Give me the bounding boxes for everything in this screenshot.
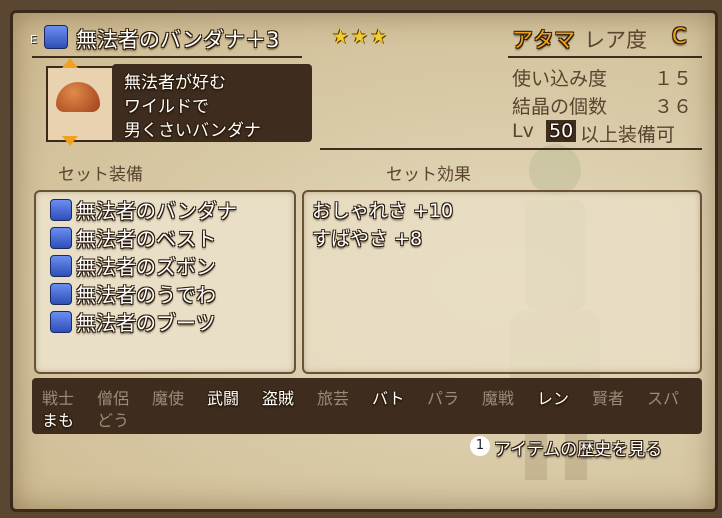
item-name: 無法者のバンダナ＋3 bbox=[76, 28, 280, 52]
set-item-label: 無法者のベスト bbox=[76, 227, 217, 251]
level-value: 50 bbox=[546, 120, 577, 142]
set-effect: おしゃれさ +10 bbox=[312, 200, 454, 222]
star-rating: ★★★ bbox=[332, 26, 390, 48]
set-effect: すばやさ +8 bbox=[312, 228, 423, 250]
job-label: バト bbox=[372, 389, 405, 408]
job-label: 賢者 bbox=[592, 389, 625, 408]
set-item-label: 無法者のズボン bbox=[76, 255, 216, 279]
job-label: どう bbox=[97, 411, 130, 430]
pants-slot-icon bbox=[50, 255, 72, 277]
armlet-slot-icon bbox=[50, 283, 72, 305]
description-line: 無法者が好む bbox=[124, 73, 226, 93]
job-label: パラ bbox=[427, 389, 460, 408]
vest-slot-icon bbox=[50, 227, 72, 249]
set-item-label: 無法者のブーツ bbox=[76, 311, 216, 335]
set-item-label: 無法者のバンダナ bbox=[76, 199, 237, 223]
set-item[interactable]: 無法者のベスト bbox=[46, 224, 286, 251]
rarity-value: C bbox=[672, 24, 687, 48]
equipped-mark: E bbox=[30, 33, 37, 46]
job-label: レン bbox=[537, 389, 570, 408]
rarity-label: レア度 bbox=[584, 28, 647, 52]
button-1-icon: 1 bbox=[470, 436, 490, 456]
head-slot-icon bbox=[44, 25, 68, 49]
set-item[interactable]: 無法者のブーツ bbox=[46, 308, 286, 335]
job-label: 魔使 bbox=[152, 389, 185, 408]
job-label: 戦士 bbox=[42, 389, 75, 408]
usage-value: １５ bbox=[654, 68, 693, 90]
set-item[interactable]: 無法者のバンダナ bbox=[46, 196, 286, 223]
set-effect-header: セット効果 bbox=[386, 165, 471, 185]
stats-divider bbox=[320, 148, 702, 150]
job-label: スパ bbox=[647, 389, 680, 408]
job-label: 武闘 bbox=[207, 389, 240, 408]
description-line: ワイルドで bbox=[124, 97, 209, 117]
crystal-label: 結晶の個数 bbox=[512, 96, 608, 118]
description-line: 男くさいバンダナ bbox=[124, 121, 261, 141]
arrow-down-icon[interactable] bbox=[62, 136, 78, 146]
window-frame: E 無法者のバンダナ＋3 ★★★ アタマ レア度 C 無法者が好む ワイルドで … bbox=[0, 0, 722, 518]
level-label: Lv bbox=[512, 120, 534, 142]
set-item-label: 無法者のうでわ bbox=[76, 283, 216, 307]
boots-slot-icon bbox=[50, 311, 72, 333]
job-label: 盗賊 bbox=[262, 389, 295, 408]
usage-label: 使い込み度 bbox=[512, 68, 608, 90]
bandana-slot-icon bbox=[50, 199, 72, 221]
job-label: 旅芸 bbox=[317, 389, 350, 408]
set-equip-header: セット装備 bbox=[58, 165, 143, 185]
job-label: 僧侶 bbox=[97, 389, 130, 408]
header-divider-right bbox=[508, 56, 702, 58]
arrow-up-icon[interactable] bbox=[62, 58, 78, 68]
set-item[interactable]: 無法者のズボン bbox=[46, 252, 286, 279]
job-label: まも bbox=[42, 411, 75, 430]
crystal-value: ３６ bbox=[654, 96, 693, 118]
item-history-link[interactable]: アイテムの歴史を見る bbox=[494, 435, 662, 460]
slot-label: アタマ bbox=[512, 28, 575, 52]
job-label: 魔戦 bbox=[482, 389, 515, 408]
level-suffix: 以上装備可 bbox=[580, 124, 676, 146]
set-item[interactable]: 無法者のうでわ bbox=[46, 280, 286, 307]
